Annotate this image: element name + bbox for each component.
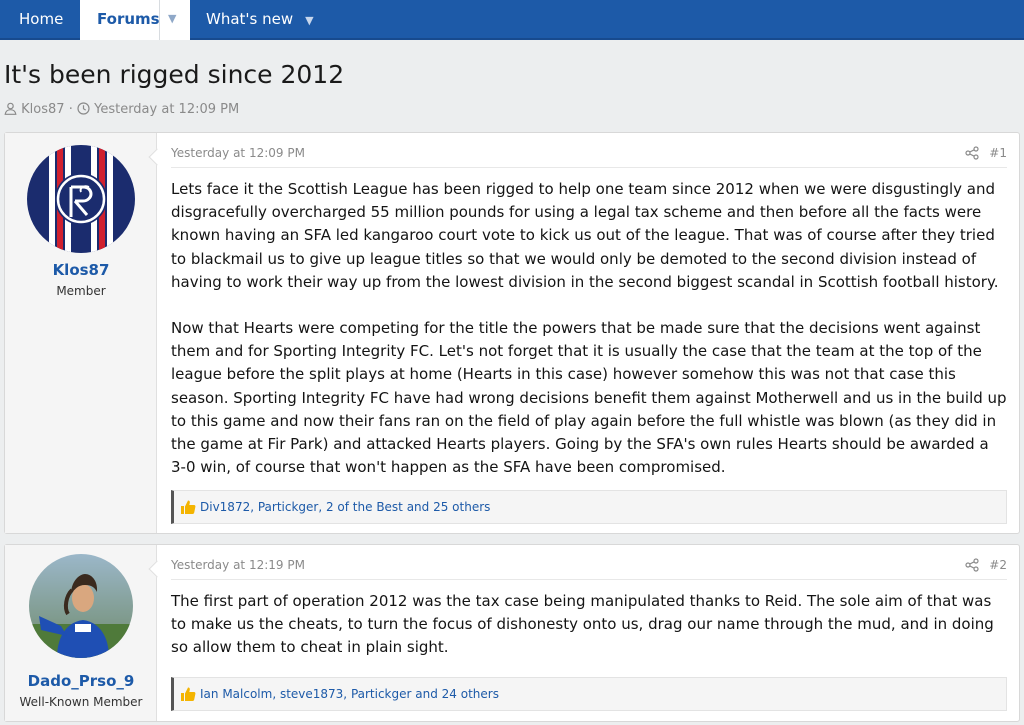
- post-actions: #1: [965, 146, 1007, 160]
- user-cell-arrow: [148, 560, 166, 578]
- post-paragraph: Now that Hearts were competing for the t…: [171, 319, 1007, 477]
- post: Dado_Prso_9 Well-Known Member Yesterday …: [4, 544, 1020, 722]
- rangers-crest-avatar: [27, 145, 135, 253]
- nav-forums-label[interactable]: Forums: [97, 0, 160, 38]
- post-main: Yesterday at 12:09 PM #1 Lets face it th…: [171, 133, 1007, 533]
- post-divider: [171, 579, 1007, 580]
- thread-meta: Klos87 · Yesterday at 12:09 PM: [4, 102, 239, 117]
- thread-author[interactable]: Klos87: [21, 102, 64, 117]
- username[interactable]: Klos87: [5, 261, 157, 279]
- reactions-list[interactable]: Ian Malcolm, steve1873, Partickger and 2…: [200, 687, 499, 701]
- clock-icon: [77, 102, 90, 115]
- post-actions: #2: [965, 558, 1007, 572]
- reactions-bar: Div1872, Partickger, 2 of the Best and 2…: [171, 490, 1007, 524]
- chevron-down-icon[interactable]: ▼: [168, 0, 176, 38]
- post-body: Lets face it the Scottish League has bee…: [171, 178, 1007, 479]
- user-title: Well-Known Member: [19, 695, 143, 709]
- post-date[interactable]: Yesterday at 12:09 PM: [171, 146, 305, 160]
- post-main: Yesterday at 12:19 PM #2 The first part …: [171, 545, 1007, 721]
- share-icon[interactable]: [965, 146, 979, 160]
- post: Klos87 Member Yesterday at 12:09 PM #1 L…: [4, 132, 1020, 534]
- nav-home[interactable]: Home: [19, 0, 63, 40]
- username[interactable]: Dado_Prso_9: [5, 672, 157, 690]
- post-date[interactable]: Yesterday at 12:19 PM: [171, 558, 305, 572]
- nav-whats-new[interactable]: What's new ▼: [206, 0, 314, 40]
- nav-forums[interactable]: Forums ▼: [80, 0, 190, 40]
- thumbs-up-icon: [181, 687, 196, 701]
- user-icon: [4, 102, 17, 115]
- post-paragraph: The first part of operation 2012 was the…: [171, 592, 994, 657]
- post-body: The first part of operation 2012 was the…: [171, 590, 1007, 660]
- post-number[interactable]: #1: [989, 146, 1007, 160]
- thread-time[interactable]: Yesterday at 12:09 PM: [94, 102, 239, 117]
- reactions-bar: Ian Malcolm, steve1873, Partickger and 2…: [171, 677, 1007, 711]
- share-icon[interactable]: [965, 558, 979, 572]
- thumbs-up-icon: [181, 500, 196, 514]
- post-paragraph: Lets face it the Scottish League has bee…: [171, 180, 999, 291]
- nav-whats-new-label[interactable]: What's new: [206, 10, 293, 28]
- meta-separator: ·: [68, 102, 73, 117]
- top-nav: Home Forums ▼ What's new ▼: [0, 0, 1024, 40]
- player-photo-avatar: [29, 554, 133, 658]
- user-title: Member: [56, 284, 106, 298]
- post-number[interactable]: #2: [989, 558, 1007, 572]
- nav-divider: [159, 0, 160, 40]
- user-cell: Klos87 Member: [5, 133, 166, 533]
- user-cell: Dado_Prso_9 Well-Known Member: [5, 545, 166, 721]
- avatar[interactable]: [27, 145, 135, 253]
- chevron-down-icon[interactable]: ▼: [305, 14, 313, 27]
- post-divider: [171, 167, 1007, 168]
- thread-title: It's been rigged since 2012: [4, 60, 345, 89]
- user-cell-arrow: [148, 148, 166, 166]
- reactions-list[interactable]: Div1872, Partickger, 2 of the Best and 2…: [200, 500, 490, 514]
- avatar[interactable]: [29, 554, 133, 658]
